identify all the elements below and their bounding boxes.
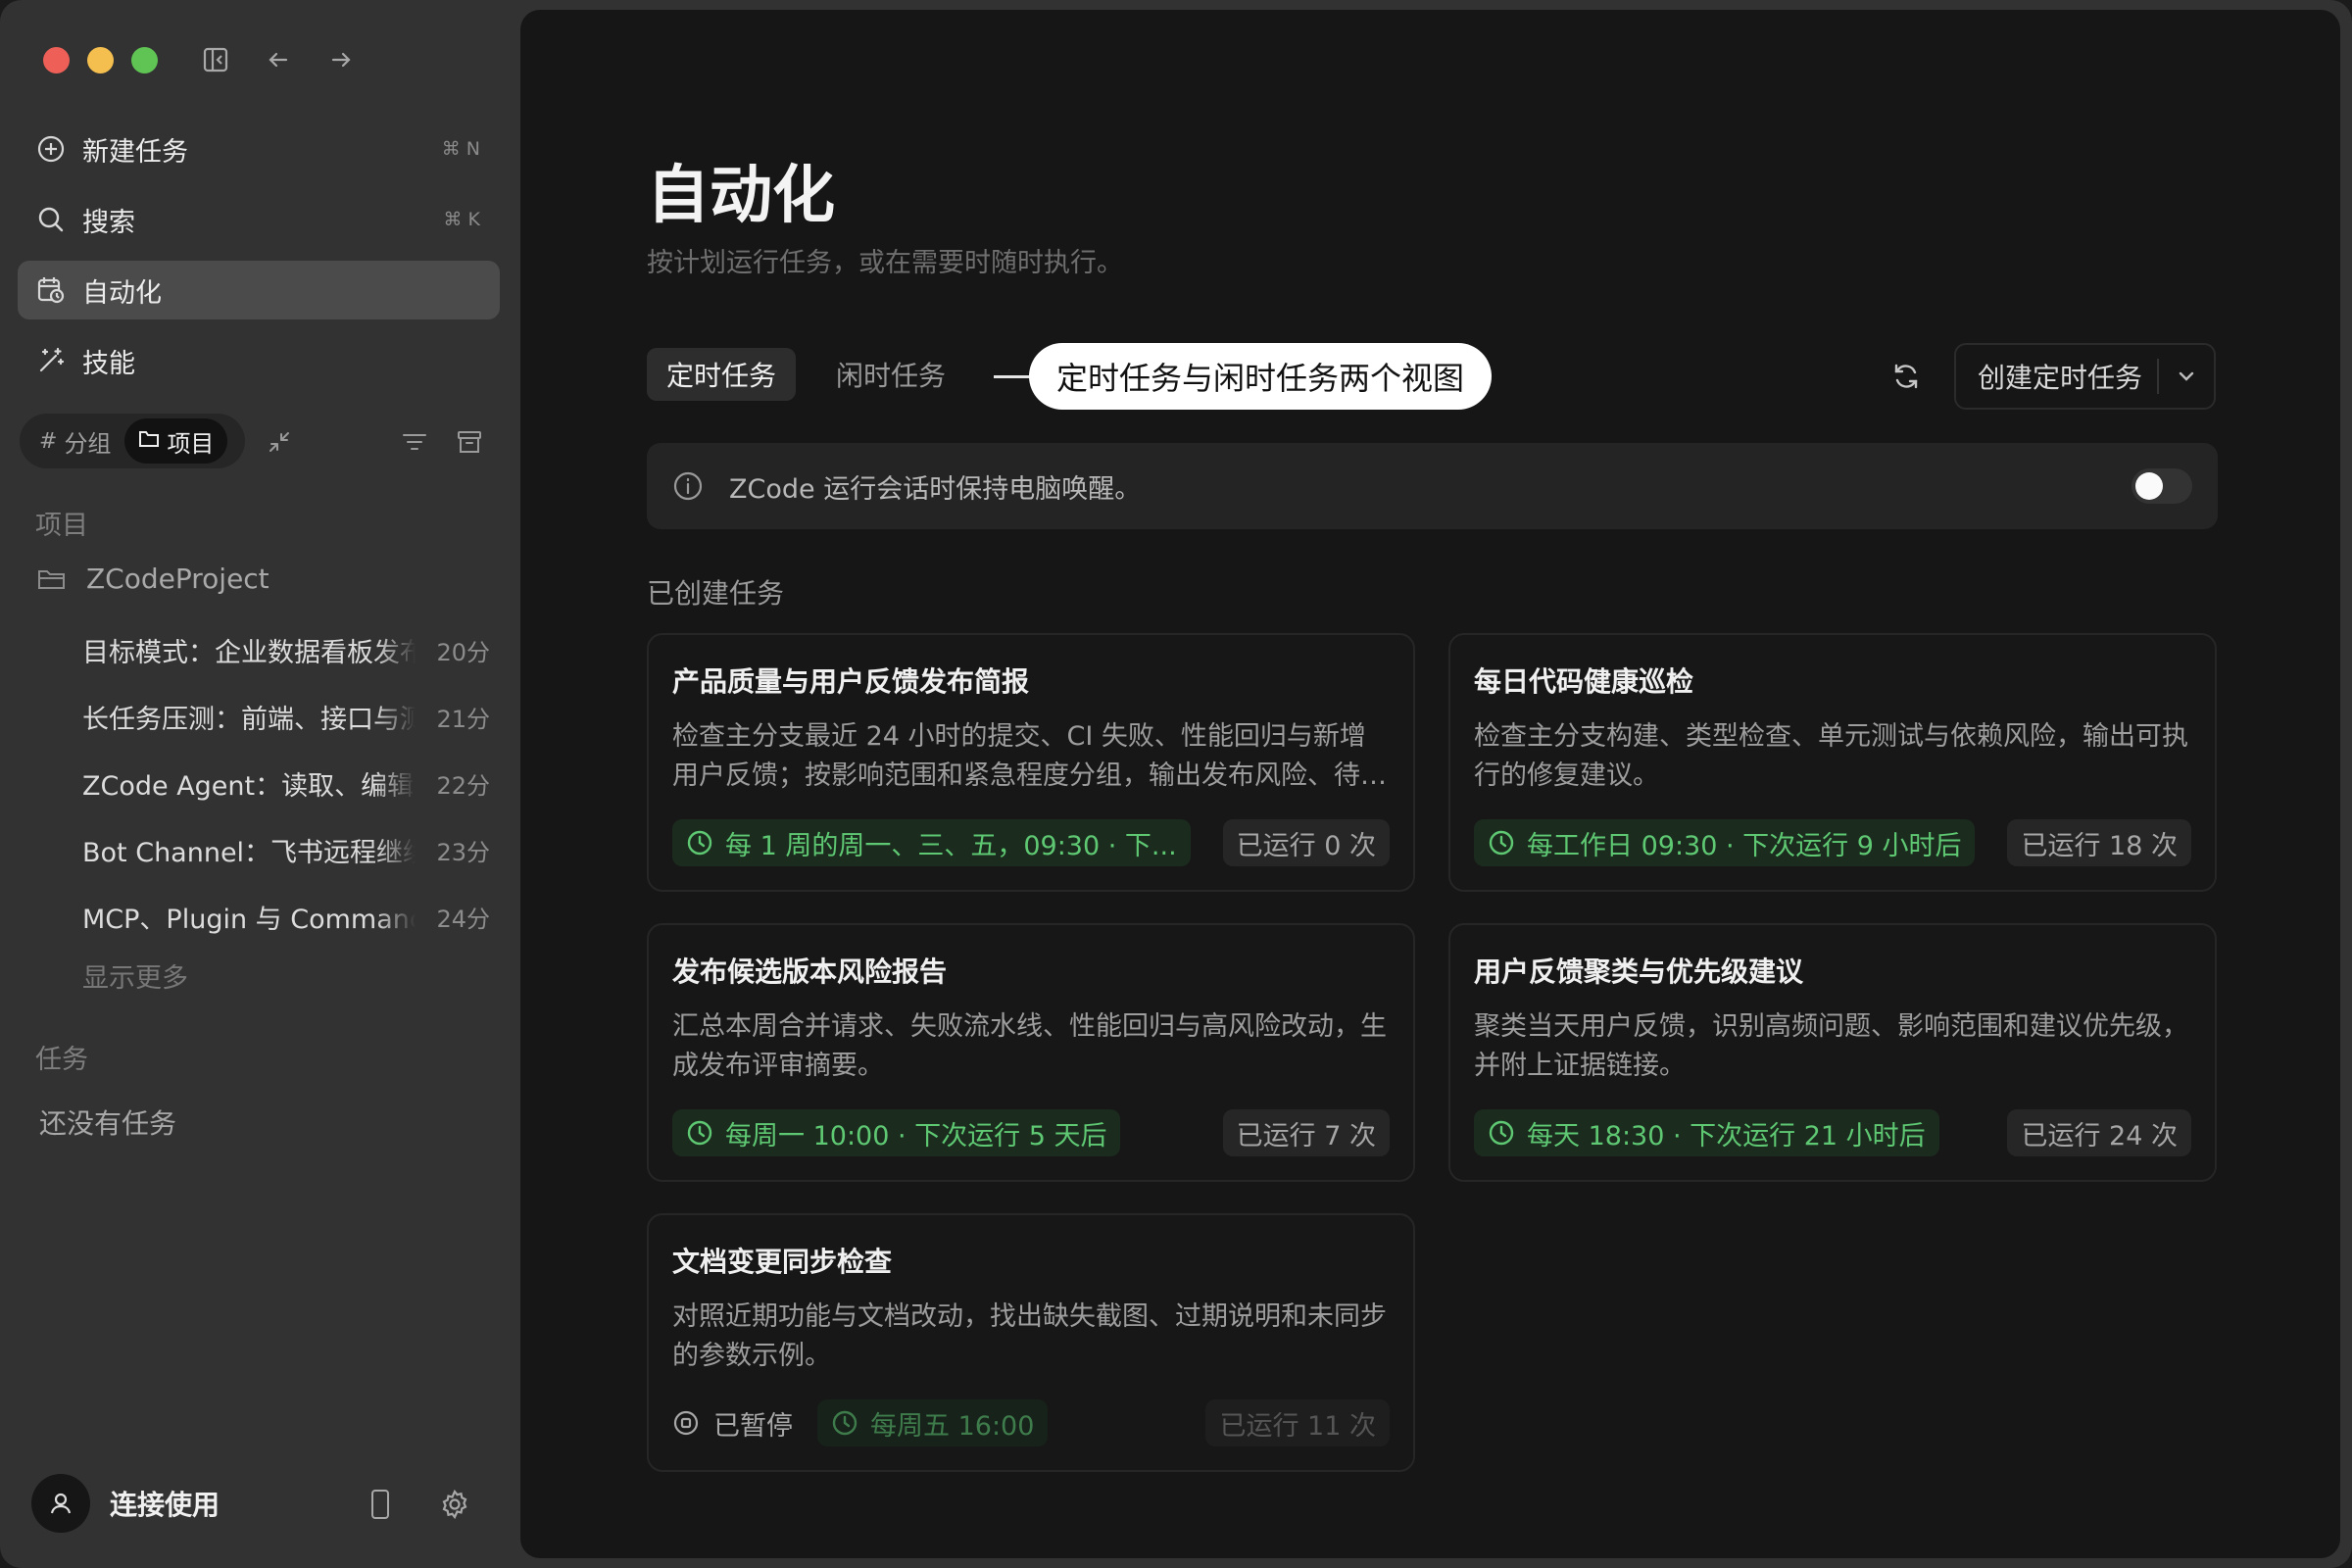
shortcut-hint: ⌘ K (443, 209, 481, 230)
project-task-item[interactable]: 目标模式：企业数据看板发布 20分 (82, 625, 494, 674)
collapse-icon[interactable] (263, 425, 296, 459)
schedule-badge: 每周五 16:00 (817, 1399, 1049, 1446)
clock-icon (1488, 828, 1517, 858)
task-description: 对照近期功能与文档改动，找出缺失截图、过期说明和未同步的参数示例。 (672, 1301, 1387, 1371)
search-icon (35, 204, 67, 235)
plus-circle-icon (35, 133, 67, 165)
schedule-badge: 每周一 10:00 · 下次运行 5 天后 (672, 1109, 1121, 1156)
nav-label: 技能 (82, 348, 135, 379)
user-account[interactable]: 连接使用 (31, 1474, 220, 1533)
banner-text: ZCode 运行会话时保持电脑唤醒。 (729, 473, 1142, 505)
info-icon (672, 469, 706, 503)
task-card[interactable]: 用户反馈聚类与优先级建议 聚类当天用户反馈，识别高频问题、影响范围和建议优先级，… (1448, 923, 2217, 1182)
clock-icon (1488, 1118, 1517, 1148)
run-count-badge: 已运行 24 次 (2007, 1109, 2191, 1156)
task-description: 检查主分支最近 24 小时的提交、CI 失败、性能回归与新增用户反馈；按影响范围… (672, 721, 1387, 791)
user-name: 连接使用 (110, 1489, 220, 1521)
user-avatar-icon (31, 1474, 90, 1533)
project-task-item[interactable]: 长任务压测：前端、接口与测试21分 (82, 692, 494, 741)
folder-open-icon (37, 564, 69, 595)
task-title: 用户反馈聚类与优先级建议 (1474, 956, 1804, 988)
create-scheduled-task-button[interactable]: 创建定时任务 (1954, 343, 2216, 410)
calendar-clock-icon (35, 274, 67, 306)
page-subtitle: 按计划运行任务，或在需要时随时执行。 (647, 248, 1123, 278)
project-item[interactable]: ZCodeProject (37, 563, 270, 595)
clock-icon (831, 1408, 860, 1438)
empty-tasks-text: 还没有任务 (39, 1107, 177, 1140)
tasks-header: 任务 (35, 1045, 88, 1075)
forward-arrow-icon[interactable] (324, 43, 358, 76)
close-window-button[interactable] (43, 47, 70, 74)
chevron-down-icon[interactable] (2159, 366, 2214, 387)
segment-groups[interactable]: # 分组 (25, 418, 124, 464)
pause-circle-icon (672, 1408, 702, 1438)
annotation-callout: 定时任务与闲时任务两个视图 (1029, 343, 1493, 410)
task-title: 文档变更同步检查 (672, 1246, 893, 1278)
keep-awake-toggle[interactable] (2132, 468, 2192, 504)
main-panel: 自动化 按计划运行任务，或在需要时随时执行。 定时任务 闲时任务 定时任务与闲时… (520, 10, 2340, 1558)
task-title: 产品质量与用户反馈发布简报 (672, 665, 1030, 698)
schedule-badge: 每 1 周的周一、三、五，09:30 · 下... (672, 819, 1191, 866)
keep-awake-banner: ZCode 运行会话时保持电脑唤醒。 (647, 443, 2218, 529)
mobile-device-icon[interactable] (363, 1487, 398, 1522)
page-title: 自动化 (647, 160, 835, 232)
back-arrow-icon[interactable] (262, 43, 295, 76)
run-count-badge: 已运行 11 次 (1205, 1399, 1390, 1446)
tab-scheduled[interactable]: 定时任务 (647, 348, 797, 401)
task-description: 汇总本周合并请求、失败流水线、性能回归与高风险改动，生成发布评审摘要。 (672, 1011, 1387, 1081)
project-task-item[interactable]: MCP、Plugin 与 Command 扩展24分 (82, 892, 494, 941)
task-description: 聚类当天用户反馈，识别高频问题、影响范围和建议优先级，并附上证据链接。 (1474, 1011, 2188, 1081)
paused-status: 已暂停 (672, 1399, 793, 1446)
tab-idle[interactable]: 闲时任务 (816, 348, 965, 401)
task-card[interactable]: 发布候选版本风险报告 汇总本周合并请求、失败流水线、性能回归与高风险改动，生成发… (647, 923, 1415, 1182)
refresh-icon[interactable] (1886, 357, 1926, 396)
filter-icon[interactable] (398, 425, 431, 459)
run-count-badge: 已运行 7 次 (1222, 1109, 1390, 1156)
archive-icon[interactable] (453, 425, 486, 459)
sidebar-toggle-icon[interactable] (199, 43, 232, 76)
zoom-window-button[interactable] (131, 47, 158, 74)
magic-wand-icon (35, 345, 67, 376)
run-count-badge: 已运行 18 次 (2007, 819, 2191, 866)
toggle-knob (2135, 472, 2163, 500)
section-header: 已创建任务 (647, 577, 785, 610)
task-card[interactable]: 每日代码健康巡检 检查主分支构建、类型检查、单元测试与依赖风险，输出可执行的修复… (1448, 633, 2217, 892)
task-card[interactable]: 产品质量与用户反馈发布简报 检查主分支最近 24 小时的提交、CI 失败、性能回… (647, 633, 1415, 892)
project-task-item[interactable]: Bot Channel：飞书远程继续任务23分 (82, 825, 494, 874)
task-title: 每日代码健康巡检 (1474, 665, 1694, 698)
app-window: 新建任务 ⌘ N 搜索 ⌘ K 自动化 技能 # 分组 项目 项目 ZCodeP… (0, 0, 2352, 1568)
group-project-switch: # 分组 项目 (20, 414, 245, 468)
nav-search[interactable]: 搜索 ⌘ K (18, 190, 500, 249)
task-card[interactable]: 文档变更同步检查 对照近期功能与文档改动，找出缺失截图、过期说明和未同步的参数示… (647, 1213, 1415, 1472)
show-more-link[interactable]: 显示更多 (82, 956, 188, 995)
nav-label: 新建任务 (82, 136, 188, 168)
nav-skills[interactable]: 技能 (18, 331, 500, 390)
schedule-badge: 每天 18:30 · 下次运行 21 小时后 (1474, 1109, 1939, 1156)
hash-icon: # (39, 428, 58, 454)
settings-gear-icon[interactable] (437, 1487, 472, 1522)
clock-icon (686, 1118, 715, 1148)
window-controls (43, 47, 158, 74)
schedule-badge: 每工作日 09:30 · 下次运行 9 小时后 (1474, 819, 1976, 866)
clock-icon (686, 828, 715, 858)
task-title: 发布候选版本风险报告 (672, 956, 948, 988)
nav-label: 搜索 (82, 207, 135, 238)
minimize-window-button[interactable] (87, 47, 114, 74)
project-task-item[interactable]: ZCode Agent：读取、编辑与执行22分 (82, 759, 494, 808)
callout-connector (994, 375, 1031, 378)
project-name: ZCodeProject (86, 563, 270, 595)
folder-icon (138, 428, 160, 454)
task-description: 检查主分支构建、类型检查、单元测试与依赖风险，输出可执行的修复建议。 (1474, 721, 2188, 791)
nav-new-task[interactable]: 新建任务 ⌘ N (18, 120, 500, 178)
segment-projects[interactable]: 项目 (124, 418, 228, 464)
run-count-badge: 已运行 0 次 (1222, 819, 1390, 866)
projects-header: 项目 (35, 511, 88, 541)
sidebar: 新建任务 ⌘ N 搜索 ⌘ K 自动化 技能 # 分组 项目 项目 ZCodeP… (0, 0, 519, 1568)
shortcut-hint: ⌘ N (441, 138, 480, 160)
create-button-label: 创建定时任务 (1978, 362, 2143, 394)
nav-automation[interactable]: 自动化 (18, 261, 500, 319)
nav-label: 自动化 (82, 277, 162, 309)
